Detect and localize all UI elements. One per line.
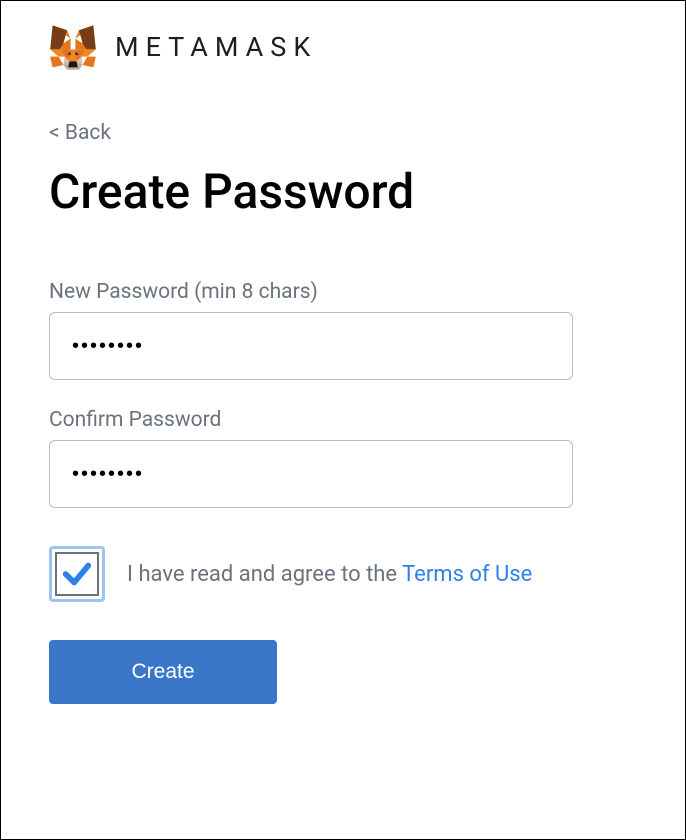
metamask-fox-icon <box>49 23 97 71</box>
brand-name: METAMASK <box>115 31 317 63</box>
main-content: < Back Create Password New Password (min… <box>1 81 685 704</box>
checkmark-icon <box>60 557 94 591</box>
terms-text: I have read and agree to the Terms of Us… <box>127 562 532 587</box>
confirm-password-group: Confirm Password <box>49 408 637 508</box>
new-password-input[interactable] <box>49 312 573 380</box>
app-header: METAMASK <box>1 1 685 81</box>
back-button[interactable]: < Back <box>49 121 111 145</box>
terms-checkbox[interactable] <box>49 546 105 602</box>
new-password-label: New Password (min 8 chars) <box>49 280 637 304</box>
create-button[interactable]: Create <box>49 640 277 704</box>
terms-of-use-link[interactable]: Terms of Use <box>402 562 532 587</box>
new-password-group: New Password (min 8 chars) <box>49 280 637 380</box>
page-title: Create Password <box>49 163 637 220</box>
confirm-password-input[interactable] <box>49 440 573 508</box>
terms-prefix: I have read and agree to the <box>127 562 402 587</box>
confirm-password-label: Confirm Password <box>49 408 637 432</box>
terms-row: I have read and agree to the Terms of Us… <box>49 546 637 602</box>
